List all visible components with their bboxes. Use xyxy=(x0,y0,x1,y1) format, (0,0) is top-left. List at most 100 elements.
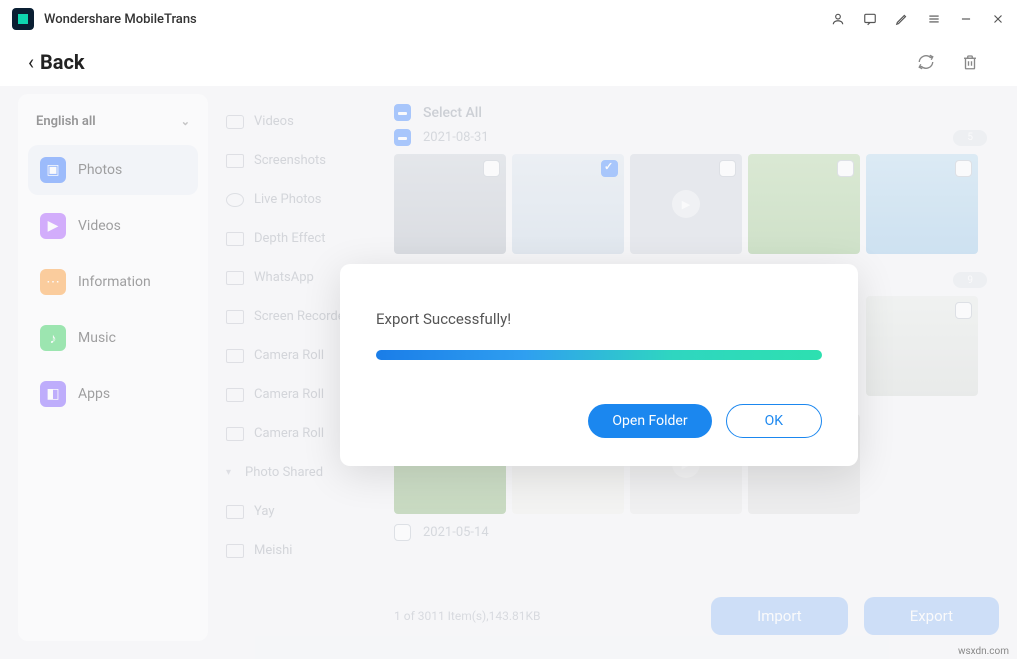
watermark: wsxdn.com xyxy=(958,646,1009,657)
folder-label: Photo Shared xyxy=(245,465,323,480)
folder-label: Videos xyxy=(254,114,294,129)
user-icon[interactable] xyxy=(831,12,845,26)
sidebar-item-label: Photos xyxy=(78,162,122,178)
app-logo xyxy=(12,8,34,30)
photo-thumbnail[interactable] xyxy=(394,154,506,254)
date-group-row: 2021-05-14 xyxy=(394,514,999,551)
date-group-row: 2021-08-31 5 xyxy=(394,125,999,154)
folder-icon xyxy=(226,115,244,129)
select-all-row: Select All xyxy=(394,100,999,125)
folder-item-yay[interactable]: Yay xyxy=(222,492,382,531)
thumbnail-grid: ▶ xyxy=(394,154,999,254)
folder-label: Screen Recorder xyxy=(254,309,349,324)
export-success-modal: Export Successfully! Open Folder OK xyxy=(340,264,858,466)
thumb-checkbox[interactable] xyxy=(955,160,972,177)
folder-icon xyxy=(226,427,244,441)
language-label: English all xyxy=(36,114,96,129)
count-badge: 5 xyxy=(953,130,987,146)
date-label: 2021-08-31 xyxy=(423,130,489,145)
minimize-icon[interactable] xyxy=(959,12,973,26)
refresh-icon[interactable] xyxy=(917,53,935,71)
sidebar-item-music[interactable]: ♪ Music xyxy=(28,313,198,363)
edit-icon[interactable] xyxy=(895,12,909,26)
modal-title: Export Successfully! xyxy=(376,310,822,328)
sidebar-item-videos[interactable]: ▶ Videos xyxy=(28,201,198,251)
titlebar-controls xyxy=(831,12,1005,26)
folder-label: Screenshots xyxy=(254,153,326,168)
thumb-checkbox[interactable] xyxy=(837,160,854,177)
folder-icon xyxy=(226,349,244,363)
app-title: Wondershare MobileTrans xyxy=(44,12,831,27)
photos-icon: ▣ xyxy=(40,157,66,183)
folder-item-screenshots[interactable]: Screenshots xyxy=(222,141,382,180)
message-icon[interactable] xyxy=(863,12,877,26)
sidebar-item-apps[interactable]: ◧ Apps xyxy=(28,369,198,419)
folder-icon xyxy=(226,505,244,519)
folder-icon xyxy=(226,388,244,402)
modal-actions: Open Folder OK xyxy=(376,404,822,438)
play-icon: ▶ xyxy=(672,190,700,218)
export-button[interactable]: Export xyxy=(864,597,999,635)
close-icon[interactable] xyxy=(991,12,1005,26)
folder-label: WhatsApp xyxy=(254,270,314,285)
folder-label: Camera Roll xyxy=(254,348,324,363)
menu-icon[interactable] xyxy=(927,12,941,26)
group-checkbox[interactable] xyxy=(394,524,411,541)
back-label[interactable]: Back xyxy=(40,50,917,74)
folder-icon xyxy=(226,271,244,285)
information-icon: ⋯ xyxy=(40,269,66,295)
apps-icon: ◧ xyxy=(40,381,66,407)
progress-bar xyxy=(376,350,822,360)
content-footer: 1 of 3011 Item(s),143.81KB Import Export xyxy=(394,597,999,635)
folder-item-videos[interactable]: Videos xyxy=(222,102,382,141)
folder-label: Yay xyxy=(254,504,274,519)
music-icon: ♪ xyxy=(40,325,66,351)
thumb-checkbox[interactable] xyxy=(955,302,972,319)
ok-button[interactable]: OK xyxy=(726,404,822,438)
titlebar: Wondershare MobileTrans xyxy=(0,0,1017,38)
folder-label: Live Photos xyxy=(254,192,322,207)
back-chevron-icon[interactable]: ‹ xyxy=(28,50,34,74)
language-selector[interactable]: English all ⌄ xyxy=(28,104,198,145)
photo-thumbnail[interactable] xyxy=(866,296,978,396)
sidebar-item-label: Videos xyxy=(78,218,121,234)
select-all-label: Select All xyxy=(423,105,482,121)
select-all-checkbox[interactable] xyxy=(394,104,411,121)
sidebar-item-label: Music xyxy=(78,330,116,346)
folder-icon xyxy=(226,310,244,324)
folder-icon xyxy=(226,154,244,168)
photo-thumbnail[interactable] xyxy=(512,154,624,254)
video-thumbnail[interactable]: ▶ xyxy=(630,154,742,254)
back-bar: ‹ Back xyxy=(0,38,1017,86)
group-checkbox[interactable] xyxy=(394,129,411,146)
count-badge: 9 xyxy=(953,272,987,288)
folder-label: Meishi xyxy=(254,543,292,558)
folder-item-deptheffect[interactable]: Depth Effect xyxy=(222,219,382,258)
folder-label: Camera Roll xyxy=(254,426,324,441)
date-label: 2021-05-14 xyxy=(423,525,489,540)
thumb-checkbox[interactable] xyxy=(483,160,500,177)
import-button[interactable]: Import xyxy=(711,597,848,635)
sidebar-item-photos[interactable]: ▣ Photos xyxy=(28,145,198,195)
thumb-checkbox[interactable] xyxy=(719,160,736,177)
videos-icon: ▶ xyxy=(40,213,66,239)
folder-label: Camera Roll xyxy=(254,387,324,402)
sidebar-item-label: Information xyxy=(78,274,151,290)
photo-thumbnail[interactable] xyxy=(748,154,860,254)
photo-thumbnail[interactable] xyxy=(866,154,978,254)
open-folder-button[interactable]: Open Folder xyxy=(588,404,711,438)
folder-icon xyxy=(226,232,244,246)
folder-icon xyxy=(226,193,244,207)
sidebar-item-label: Apps xyxy=(78,386,110,402)
folder-item-livephotos[interactable]: Live Photos xyxy=(222,180,382,219)
folder-item-meishi[interactable]: Meishi xyxy=(222,531,382,570)
chevron-down-icon: ⌄ xyxy=(181,115,190,128)
sidebar-item-information[interactable]: ⋯ Information xyxy=(28,257,198,307)
folder-label: Depth Effect xyxy=(254,231,325,246)
chevron-down-icon: ▾ xyxy=(226,467,231,478)
category-sidebar: English all ⌄ ▣ Photos ▶ Videos ⋯ Inform… xyxy=(18,94,208,641)
thumb-checkbox[interactable] xyxy=(601,160,618,177)
selection-info: 1 of 3011 Item(s),143.81KB xyxy=(394,609,711,623)
folder-icon xyxy=(226,544,244,558)
trash-icon[interactable] xyxy=(961,53,979,71)
